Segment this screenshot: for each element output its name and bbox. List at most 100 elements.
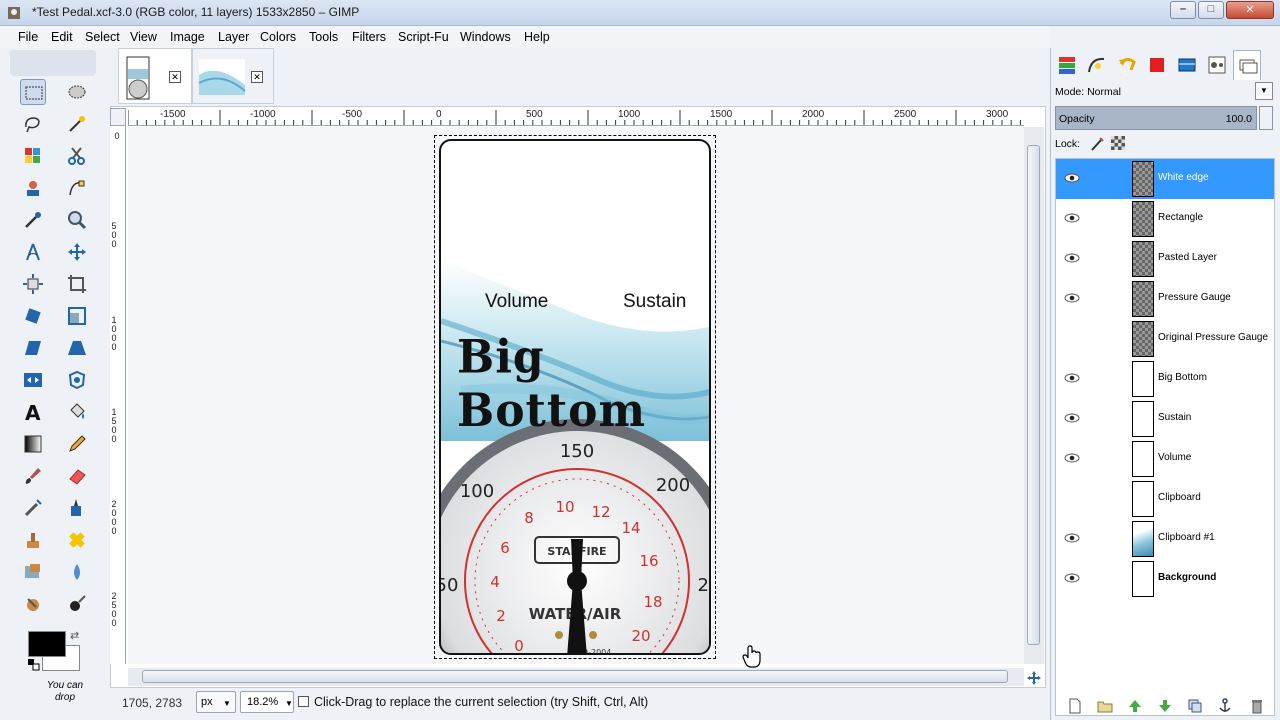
crop-tool-icon[interactable]	[64, 271, 90, 297]
ruler-corner-menu[interactable]	[110, 108, 126, 126]
tab-undo-history[interactable]	[1113, 50, 1141, 80]
new-layer-group-icon[interactable]	[1097, 698, 1113, 714]
tab-colors[interactable]	[1143, 50, 1171, 80]
eye-icon[interactable]	[1064, 171, 1080, 185]
menu-help[interactable]: Help	[524, 30, 550, 44]
pencil-tool-icon[interactable]	[64, 431, 90, 457]
ellipse-select-tool-icon[interactable]	[64, 79, 90, 105]
duplicate-layer-icon[interactable]	[1187, 698, 1203, 714]
lock-alpha-icon[interactable]	[1111, 136, 1125, 150]
menu-colors[interactable]: Colors	[260, 30, 296, 44]
tab-document-history[interactable]	[1233, 50, 1261, 80]
vertical-scroll-thumb[interactable]	[1027, 145, 1040, 645]
layer-row-rectangle[interactable]: Rectangle	[1056, 199, 1274, 239]
cage-transform-tool-icon[interactable]	[64, 367, 90, 393]
rotate-tool-icon[interactable]	[20, 303, 46, 329]
vertical-ruler[interactable]: 0 500 1000 1500 2000 2500	[110, 126, 126, 664]
layer-row-pasted-layer[interactable]: Pasted Layer	[1056, 239, 1274, 279]
layer-row-clipboard[interactable]: Clipboard	[1056, 479, 1274, 519]
heal-tool-icon[interactable]	[64, 527, 90, 553]
layer-row-background[interactable]: Background	[1056, 559, 1274, 599]
anchor-layer-icon[interactable]	[1217, 698, 1233, 714]
clone-tool-icon[interactable]	[20, 527, 46, 553]
layer-row-pressure-gauge[interactable]: Pressure Gauge	[1056, 279, 1274, 319]
color-picker-tool-icon[interactable]	[20, 207, 46, 233]
flip-tool-icon[interactable]	[20, 367, 46, 393]
ink-tool-icon[interactable]	[64, 495, 90, 521]
zoom-selector[interactable]: 18.2% ▼	[240, 691, 294, 713]
menu-tools[interactable]: Tools	[309, 30, 338, 44]
swap-colors-icon[interactable]: ⇄	[70, 629, 82, 642]
tab-channels[interactable]	[1173, 50, 1201, 80]
smudge-tool-icon[interactable]	[20, 591, 46, 617]
close-button[interactable]: ✕	[1226, 1, 1274, 19]
opacity-spin-button[interactable]	[1259, 106, 1273, 130]
raise-layer-icon[interactable]	[1127, 698, 1143, 714]
bucket-fill-tool-icon[interactable]	[64, 399, 90, 425]
new-layer-icon[interactable]	[1067, 698, 1083, 714]
perspective-tool-icon[interactable]	[64, 335, 90, 361]
select-by-color-tool-icon[interactable]	[20, 143, 46, 169]
layer-row-sustain[interactable]: Sustain	[1056, 399, 1274, 439]
minimize-button[interactable]: –	[1170, 1, 1196, 19]
dodge-burn-tool-icon[interactable]	[64, 591, 90, 617]
vertical-scrollbar[interactable]	[1024, 127, 1044, 664]
fuzzy-select-tool-icon[interactable]	[64, 111, 90, 137]
layer-row-clipboard-1[interactable]: Clipboard #1	[1056, 519, 1274, 559]
image-tab-background[interactable]: ✕	[192, 48, 274, 104]
layer-row-white-edge[interactable]: White edge	[1056, 159, 1274, 199]
eye-icon[interactable]	[1064, 571, 1080, 585]
close-tab-icon[interactable]: ✕	[169, 71, 181, 83]
horizontal-scroll-thumb[interactable]	[142, 670, 1008, 683]
eye-icon[interactable]	[1064, 371, 1080, 385]
status-cancel-icon[interactable]	[298, 696, 309, 707]
foreground-color-swatch[interactable]	[28, 631, 66, 657]
menu-edit[interactable]: Edit	[51, 30, 73, 44]
horizontal-ruler[interactable]: -1500 -1000 -500 0 500 1000 1500 2000 25…	[128, 108, 1024, 126]
shear-tool-icon[interactable]	[20, 335, 46, 361]
menu-filters[interactable]: Filters	[352, 30, 386, 44]
free-select-tool-icon[interactable]	[20, 111, 46, 137]
blend-tool-icon[interactable]	[20, 431, 46, 457]
perspective-clone-tool-icon[interactable]	[20, 559, 46, 585]
align-tool-icon[interactable]	[20, 271, 46, 297]
image-canvas-selection[interactable]: 150 200 100 50 25 10 12 14 16 18 20 8 6 …	[434, 135, 716, 659]
chevron-down-icon[interactable]: ▼	[1255, 82, 1273, 100]
reset-colors-icon[interactable]	[28, 659, 40, 671]
eye-icon[interactable]	[1064, 291, 1080, 305]
foreground-select-tool-icon[interactable]	[20, 175, 46, 201]
lock-pixels-icon[interactable]	[1089, 136, 1105, 152]
scale-tool-icon[interactable]	[64, 303, 90, 329]
layer-row-big-bottom[interactable]: Big Bottom	[1056, 359, 1274, 399]
paintbrush-tool-icon[interactable]	[20, 463, 46, 489]
maximize-button[interactable]: □	[1198, 1, 1224, 19]
eye-icon[interactable]	[1064, 251, 1080, 265]
menu-script-fu[interactable]: Script-Fu	[398, 30, 449, 44]
zoom-tool-icon[interactable]	[64, 207, 90, 233]
eye-icon[interactable]	[1064, 211, 1080, 225]
blur-tool-icon[interactable]	[64, 559, 90, 585]
navigate-icon[interactable]	[1026, 670, 1042, 686]
layer-mode[interactable]: Mode: Normal	[1055, 86, 1121, 98]
lower-layer-icon[interactable]	[1157, 698, 1173, 714]
unit-selector[interactable]: px ▼	[196, 691, 236, 713]
delete-layer-icon[interactable]	[1249, 698, 1265, 714]
menu-view[interactable]: View	[130, 30, 157, 44]
eraser-tool-icon[interactable]	[64, 463, 90, 489]
opacity-slider[interactable]: Opacity 100.0	[1055, 106, 1257, 130]
close-tab-icon[interactable]: ✕	[251, 71, 263, 83]
layer-row-volume[interactable]: Volume	[1056, 439, 1274, 479]
paths-tool-icon[interactable]	[64, 175, 90, 201]
measure-tool-icon[interactable]	[20, 239, 46, 265]
image-tab-test-pedal[interactable]: ✕	[118, 48, 192, 104]
menu-file[interactable]: File	[18, 30, 38, 44]
menu-layer[interactable]: Layer	[218, 30, 249, 44]
rect-select-tool-icon[interactable]	[20, 79, 46, 105]
tab-layers[interactable]	[1053, 50, 1081, 80]
move-tool-icon[interactable]	[64, 239, 90, 265]
layer-row-original-pressure-gauge[interactable]: Original Pressure Gauge	[1056, 319, 1274, 359]
scissors-tool-icon[interactable]	[64, 143, 90, 169]
menu-select[interactable]: Select	[85, 30, 120, 44]
horizontal-scrollbar[interactable]	[128, 668, 1024, 686]
airbrush-tool-icon[interactable]	[20, 495, 46, 521]
